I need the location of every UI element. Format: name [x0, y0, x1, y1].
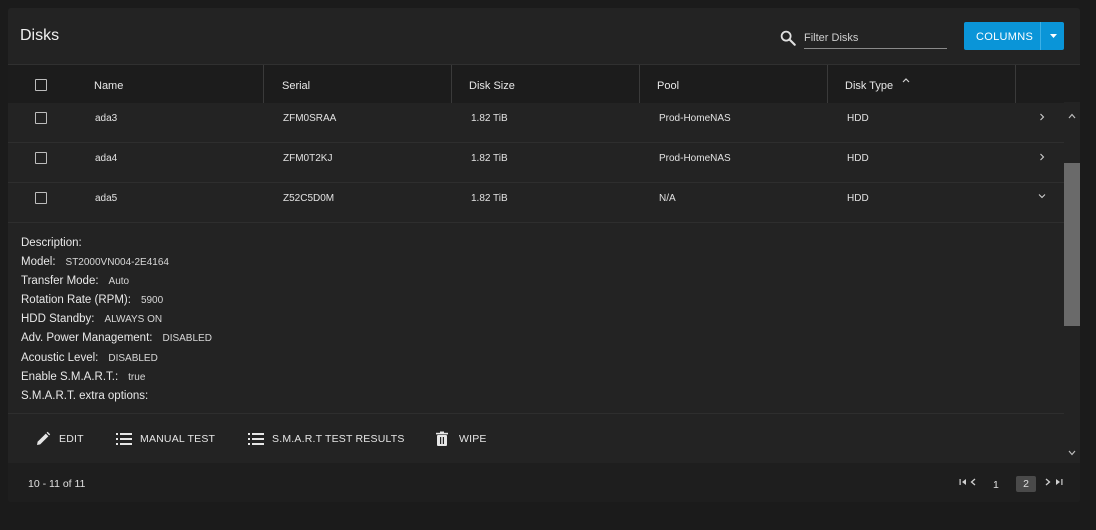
- page-2-button[interactable]: 2: [1016, 476, 1036, 492]
- detail-transfer-mode-label: Transfer Mode:: [21, 275, 99, 287]
- header-size-cell: Disk Size: [452, 65, 640, 103]
- detail-acoustic-level-label: Acoustic Level:: [21, 352, 99, 364]
- row-checkbox[interactable]: [35, 192, 47, 204]
- detail-transfer-mode: Transfer Mode: Auto: [21, 271, 129, 289]
- detail-model: Model: ST2000VN004-2E4164: [21, 252, 169, 270]
- detail-description: Description:: [21, 233, 92, 251]
- page-1-button[interactable]: 1: [993, 479, 999, 491]
- manual-test-button[interactable]: MANUAL TEST: [114, 414, 226, 462]
- disk-size: 1.82 TiB: [471, 113, 508, 124]
- detail-description-label: Description:: [21, 237, 82, 249]
- detail-rotation-rate-value: 5900: [140, 295, 164, 306]
- select-all-checkbox[interactable]: [35, 79, 47, 91]
- column-header-name[interactable]: Name: [94, 80, 123, 92]
- wipe-button-label: WIPE: [459, 433, 487, 445]
- disk-size: 1.82 TiB: [471, 193, 508, 204]
- table-scrollbar[interactable]: [1064, 102, 1080, 463]
- smart-test-results-button-label: S.M.A.R.T TEST RESULTS: [272, 433, 405, 445]
- next-page-icon[interactable]: [1045, 478, 1051, 486]
- detail-hdd-standby-value: ALWAYS ON: [104, 314, 163, 325]
- disk-type: HDD: [847, 153, 869, 164]
- scroll-up-icon[interactable]: [1068, 113, 1076, 119]
- page-title: Disks: [20, 27, 60, 44]
- disk-pool: Prod-HomeNAS: [659, 153, 731, 164]
- disk-pool: N/A: [659, 193, 676, 204]
- detail-hdd-standby: HDD Standby: ALWAYS ON: [21, 309, 162, 327]
- chevron-right-icon[interactable]: [1038, 152, 1046, 162]
- detail-smart-extra: S.M.A.R.T. extra options:: [21, 386, 158, 404]
- header-serial-cell: Serial: [264, 65, 452, 103]
- disk-serial: ZFM0SRAA: [283, 113, 337, 124]
- disk-serial: Z52C5D0M: [283, 193, 335, 204]
- disk-type: HDD: [847, 193, 869, 204]
- scroll-down-icon[interactable]: [1068, 450, 1076, 456]
- list-icon: [248, 433, 264, 445]
- detail-enable-smart-value: true: [128, 372, 146, 383]
- chevron-right-icon[interactable]: [1038, 112, 1046, 122]
- detail-rotation-rate: Rotation Rate (RPM): 5900: [21, 290, 163, 308]
- table-footer: 10 - 11 of 11 1 2: [8, 463, 1080, 502]
- detail-transfer-mode-value: Auto: [108, 276, 130, 287]
- pagination-range: 10 - 11 of 11: [28, 478, 86, 490]
- columns-button-divider: [1040, 22, 1041, 50]
- sort-ascending-icon: [902, 78, 910, 83]
- detail-acoustic-level-value: DISABLED: [108, 353, 158, 364]
- header-type-cell: Disk Type: [828, 65, 1016, 103]
- detail-acoustic-level: Acoustic Level: DISABLED: [21, 348, 158, 366]
- table-header: Name Serial Disk Size Pool Disk Type: [8, 64, 1080, 103]
- manual-test-button-label: MANUAL TEST: [140, 433, 216, 445]
- row-checkbox[interactable]: [35, 152, 47, 164]
- last-page-icon[interactable]: [1055, 478, 1063, 486]
- columns-button-label: COLUMNS: [976, 31, 1034, 43]
- disk-type: HDD: [847, 113, 869, 124]
- column-header-serial[interactable]: Serial: [282, 80, 310, 92]
- table-row[interactable]: ada4 ZFM0T2KJ 1.82 TiB Prod-HomeNAS HDD: [8, 142, 1064, 183]
- detail-power-management-value: DISABLED: [162, 333, 212, 344]
- columns-button[interactable]: COLUMNS: [964, 22, 1064, 50]
- detail-rotation-rate-label: Rotation Rate (RPM):: [21, 294, 131, 306]
- detail-power-management-label: Adv. Power Management:: [21, 332, 153, 344]
- header-name-cell: Name: [8, 65, 264, 103]
- disk-serial: ZFM0T2KJ: [283, 153, 333, 164]
- disks-card: Disks COLUMNS Name Serial Disk Size Pool: [8, 8, 1080, 502]
- wipe-button[interactable]: WIPE: [432, 414, 492, 462]
- header-pool-cell: Pool: [640, 65, 828, 103]
- scrollbar-thumb[interactable]: [1064, 163, 1080, 326]
- filter-disks-input[interactable]: [804, 28, 947, 49]
- edit-button-label: EDIT: [59, 433, 84, 445]
- search-icon: [780, 30, 796, 46]
- disk-name: ada4: [95, 153, 118, 164]
- chevron-down-icon[interactable]: [1037, 192, 1047, 200]
- first-page-icon[interactable]: [959, 478, 967, 486]
- detail-hdd-standby-label: HDD Standby:: [21, 313, 95, 325]
- pencil-icon: [37, 431, 51, 445]
- detail-power-management: Adv. Power Management: DISABLED: [21, 328, 212, 346]
- list-icon: [116, 433, 132, 445]
- column-header-disk-size[interactable]: Disk Size: [469, 80, 515, 92]
- table-row-expanded[interactable]: ada5 Z52C5D0M 1.82 TiB N/A HDD: [8, 182, 1064, 223]
- column-header-pool[interactable]: Pool: [657, 80, 679, 92]
- detail-smart-extra-label: S.M.A.R.T. extra options:: [21, 390, 149, 402]
- disk-size: 1.82 TiB: [471, 153, 508, 164]
- column-header-disk-type[interactable]: Disk Type: [845, 80, 893, 92]
- previous-page-icon[interactable]: [970, 478, 976, 486]
- edit-button[interactable]: EDIT: [32, 414, 92, 462]
- row-actions: EDIT MANUAL TEST S.M.A.R.T TEST RESULTS: [8, 413, 1064, 464]
- detail-model-value: ST2000VN004-2E4164: [65, 257, 169, 268]
- disk-name: ada5: [95, 193, 118, 204]
- disk-pool: Prod-HomeNAS: [659, 113, 731, 124]
- disk-name: ada3: [95, 113, 118, 124]
- delete-icon: [436, 431, 448, 446]
- table-row[interactable]: ada3 ZFM0SRAA 1.82 TiB Prod-HomeNAS HDD: [8, 102, 1064, 143]
- card-toolbar: Disks COLUMNS: [8, 8, 1080, 64]
- detail-model-label: Model:: [21, 256, 56, 268]
- detail-enable-smart-label: Enable S.M.A.R.T.:: [21, 371, 119, 383]
- smart-test-results-button[interactable]: S.M.A.R.T TEST RESULTS: [246, 414, 406, 462]
- chevron-down-icon[interactable]: [1043, 22, 1064, 50]
- row-checkbox[interactable]: [35, 112, 47, 124]
- detail-enable-smart: Enable S.M.A.R.T.: true: [21, 367, 145, 385]
